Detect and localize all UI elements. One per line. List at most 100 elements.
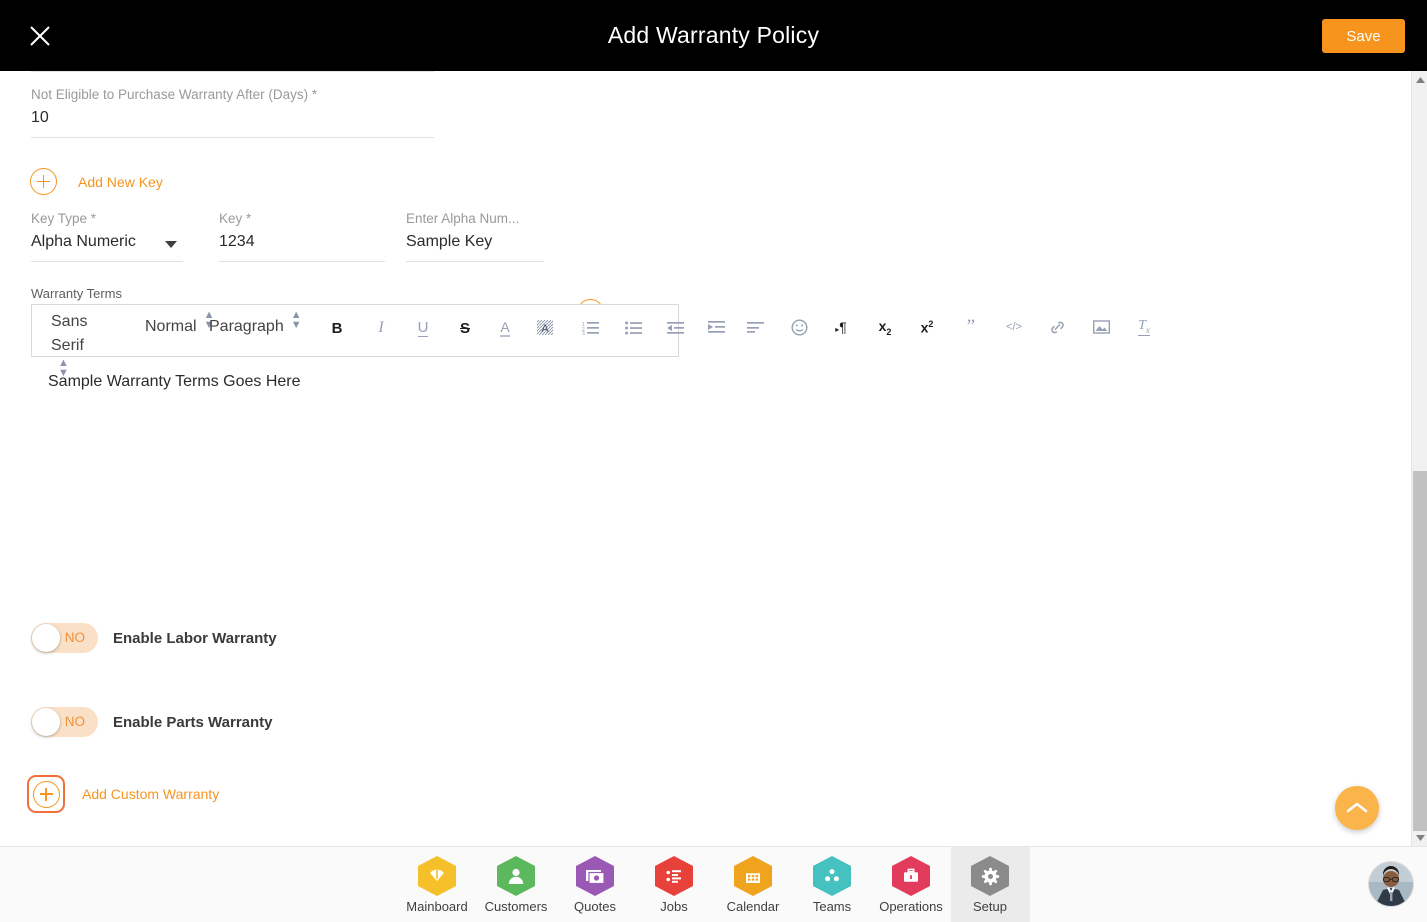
enable-parts-warranty-toggle[interactable]: NO bbox=[31, 707, 98, 737]
nav-item-teams[interactable]: Teams bbox=[793, 847, 872, 922]
warranty-terms-label: Warranty Terms bbox=[31, 286, 123, 301]
avatar-photo bbox=[1369, 862, 1413, 906]
emoji-icon[interactable] bbox=[788, 315, 810, 339]
close-button[interactable] bbox=[22, 18, 58, 54]
add-new-key-label: Add New Key bbox=[78, 173, 163, 190]
block-format-value: Paragraph bbox=[209, 318, 284, 335]
chevron-up-icon bbox=[1346, 802, 1368, 813]
text-color-icon[interactable]: A bbox=[494, 316, 516, 340]
block-format-picker[interactable]: Paragraph ▲ ▼ bbox=[209, 310, 302, 339]
enable-parts-warranty-label: Enable Parts Warranty bbox=[113, 713, 273, 731]
align-icon[interactable] bbox=[744, 315, 766, 339]
quotes-icon bbox=[576, 856, 614, 896]
nav-item-calendar[interactable]: Calendar bbox=[714, 847, 793, 922]
text-direction-icon[interactable]: ▸¶ bbox=[830, 315, 852, 339]
nav-label-mainboard: Mainboard bbox=[406, 899, 468, 914]
nav-label-operations: Operations bbox=[879, 899, 943, 914]
key-row: Key Type * Alpha Numeric Key * 1234 Ente… bbox=[0, 211, 700, 271]
underline-icon[interactable]: U bbox=[412, 316, 434, 340]
bottom-navigation: Mainboard Customers Quotes Jobs Calendar… bbox=[0, 846, 1427, 922]
warranty-terms-editor[interactable]: Sample Warranty Terms Goes Here bbox=[31, 359, 679, 589]
svg-text:A: A bbox=[541, 323, 549, 335]
save-button[interactable]: Save bbox=[1322, 19, 1405, 53]
alpha-numeric-input[interactable]: Enter Alpha Num... Sample Key bbox=[406, 211, 544, 262]
scroll-down-arrow[interactable] bbox=[1412, 829, 1427, 846]
warranty-policy-modal: Add Warranty Policy Save Not Eligible to… bbox=[0, 0, 1427, 922]
nav-item-customers[interactable]: Customers bbox=[477, 847, 556, 922]
alpha-numeric-value: Sample Key bbox=[406, 233, 493, 250]
bold-icon[interactable]: B bbox=[326, 316, 348, 340]
mainboard-icon bbox=[418, 856, 456, 896]
nav-label-customers: Customers bbox=[484, 899, 548, 914]
enable-labor-warranty-label: Enable Labor Warranty bbox=[113, 629, 277, 647]
nav-item-operations[interactable]: Operations bbox=[872, 847, 951, 922]
svg-text:3: 3 bbox=[582, 331, 585, 335]
key-label: Key * bbox=[219, 211, 252, 226]
nav-label-calendar: Calendar bbox=[726, 899, 780, 914]
not-eligible-days-label: Not Eligible to Purchase Warranty After … bbox=[31, 87, 318, 102]
link-icon[interactable] bbox=[1046, 315, 1068, 339]
plus-circle-icon bbox=[30, 168, 57, 195]
modal-header: Add Warranty Policy Save bbox=[0, 0, 1427, 71]
nav-label-jobs: Jobs bbox=[660, 899, 688, 914]
superscript-icon[interactable]: x2 bbox=[916, 315, 938, 339]
enable-parts-warranty-row: NO Enable Parts Warranty bbox=[31, 707, 273, 737]
key-type-value: Alpha Numeric bbox=[31, 233, 136, 250]
chevron-down-icon bbox=[165, 241, 177, 248]
key-value: 1234 bbox=[219, 233, 255, 250]
alpha-numeric-label: Enter Alpha Num... bbox=[406, 211, 520, 226]
font-size-picker[interactable]: Normal▲ ▼ bbox=[145, 310, 214, 339]
blockquote-icon[interactable]: ” bbox=[960, 315, 982, 339]
scroll-to-top-button[interactable] bbox=[1335, 786, 1379, 830]
nav-item-quotes[interactable]: Quotes bbox=[556, 847, 635, 922]
toggle-knob bbox=[32, 624, 60, 652]
indent-decrease-icon[interactable] bbox=[664, 316, 686, 340]
enable-labor-warranty-row: NO Enable Labor Warranty bbox=[31, 623, 277, 653]
key-input[interactable]: Key * 1234 bbox=[219, 211, 385, 262]
vertical-scrollbar[interactable] bbox=[1411, 71, 1427, 846]
user-avatar[interactable] bbox=[1368, 861, 1414, 907]
gear-icon bbox=[971, 856, 1009, 896]
customers-icon bbox=[497, 856, 535, 896]
enable-labor-warranty-state: NO bbox=[64, 630, 85, 645]
scroll-up-arrow[interactable] bbox=[1412, 71, 1427, 88]
operations-icon bbox=[892, 856, 930, 896]
font-family-value: Sans Serif bbox=[51, 313, 88, 354]
subscript-icon[interactable]: x2 bbox=[874, 315, 896, 339]
triangle-down-icon bbox=[1415, 834, 1425, 841]
focus-ring bbox=[27, 775, 65, 813]
strikethrough-icon[interactable]: S bbox=[454, 316, 476, 340]
triangle-up-icon bbox=[1415, 76, 1425, 83]
indent-increase-icon[interactable] bbox=[705, 315, 727, 339]
bullet-list-icon[interactable] bbox=[622, 316, 644, 340]
key-type-select[interactable]: Key Type * Alpha Numeric bbox=[31, 211, 183, 262]
nav-item-mainboard[interactable]: Mainboard bbox=[398, 847, 477, 922]
add-new-key-button[interactable]: Add New Key bbox=[30, 168, 163, 195]
warranty-terms-text: Sample Warranty Terms Goes Here bbox=[48, 373, 301, 390]
code-block-icon[interactable]: </> bbox=[1003, 315, 1025, 339]
italic-icon[interactable]: I bbox=[370, 316, 392, 340]
add-custom-warranty-label: Add Custom Warranty bbox=[82, 786, 220, 802]
clear-formatting-icon[interactable]: Tx bbox=[1133, 315, 1155, 339]
image-icon[interactable] bbox=[1090, 315, 1112, 339]
nav-label-setup: Setup bbox=[973, 899, 1007, 914]
page-title: Add Warranty Policy bbox=[607, 22, 820, 48]
divider-top bbox=[31, 71, 434, 72]
enable-labor-warranty-toggle[interactable]: NO bbox=[31, 623, 98, 653]
jobs-icon bbox=[655, 856, 693, 896]
teams-icon bbox=[813, 856, 851, 896]
background-color-icon[interactable]: A bbox=[534, 316, 556, 340]
nav-item-jobs[interactable]: Jobs bbox=[635, 847, 714, 922]
calendar-icon bbox=[734, 856, 772, 896]
ordered-list-icon[interactable]: 1 2 3 bbox=[579, 316, 601, 340]
nav-label-teams: Teams bbox=[812, 899, 852, 914]
editor-toolbar: Sans Serif▲ ▼ Normal▲ ▼ Paragraph▲ ▼ B I U … bbox=[31, 304, 684, 379]
enable-parts-warranty-state: NO bbox=[64, 714, 85, 729]
scrollbar-thumb[interactable] bbox=[1413, 471, 1427, 831]
not-eligible-days-field[interactable]: Not Eligible to Purchase Warranty After … bbox=[31, 87, 434, 138]
nav-item-setup[interactable]: Setup bbox=[950, 847, 1030, 922]
plus-circle-icon bbox=[32, 780, 60, 808]
add-custom-warranty-button[interactable]: Add Custom Warranty bbox=[27, 775, 219, 813]
stepper-arrows-icon: ▲ ▼ bbox=[290, 309, 302, 331]
form-body: Not Eligible to Purchase Warranty After … bbox=[0, 71, 1411, 846]
